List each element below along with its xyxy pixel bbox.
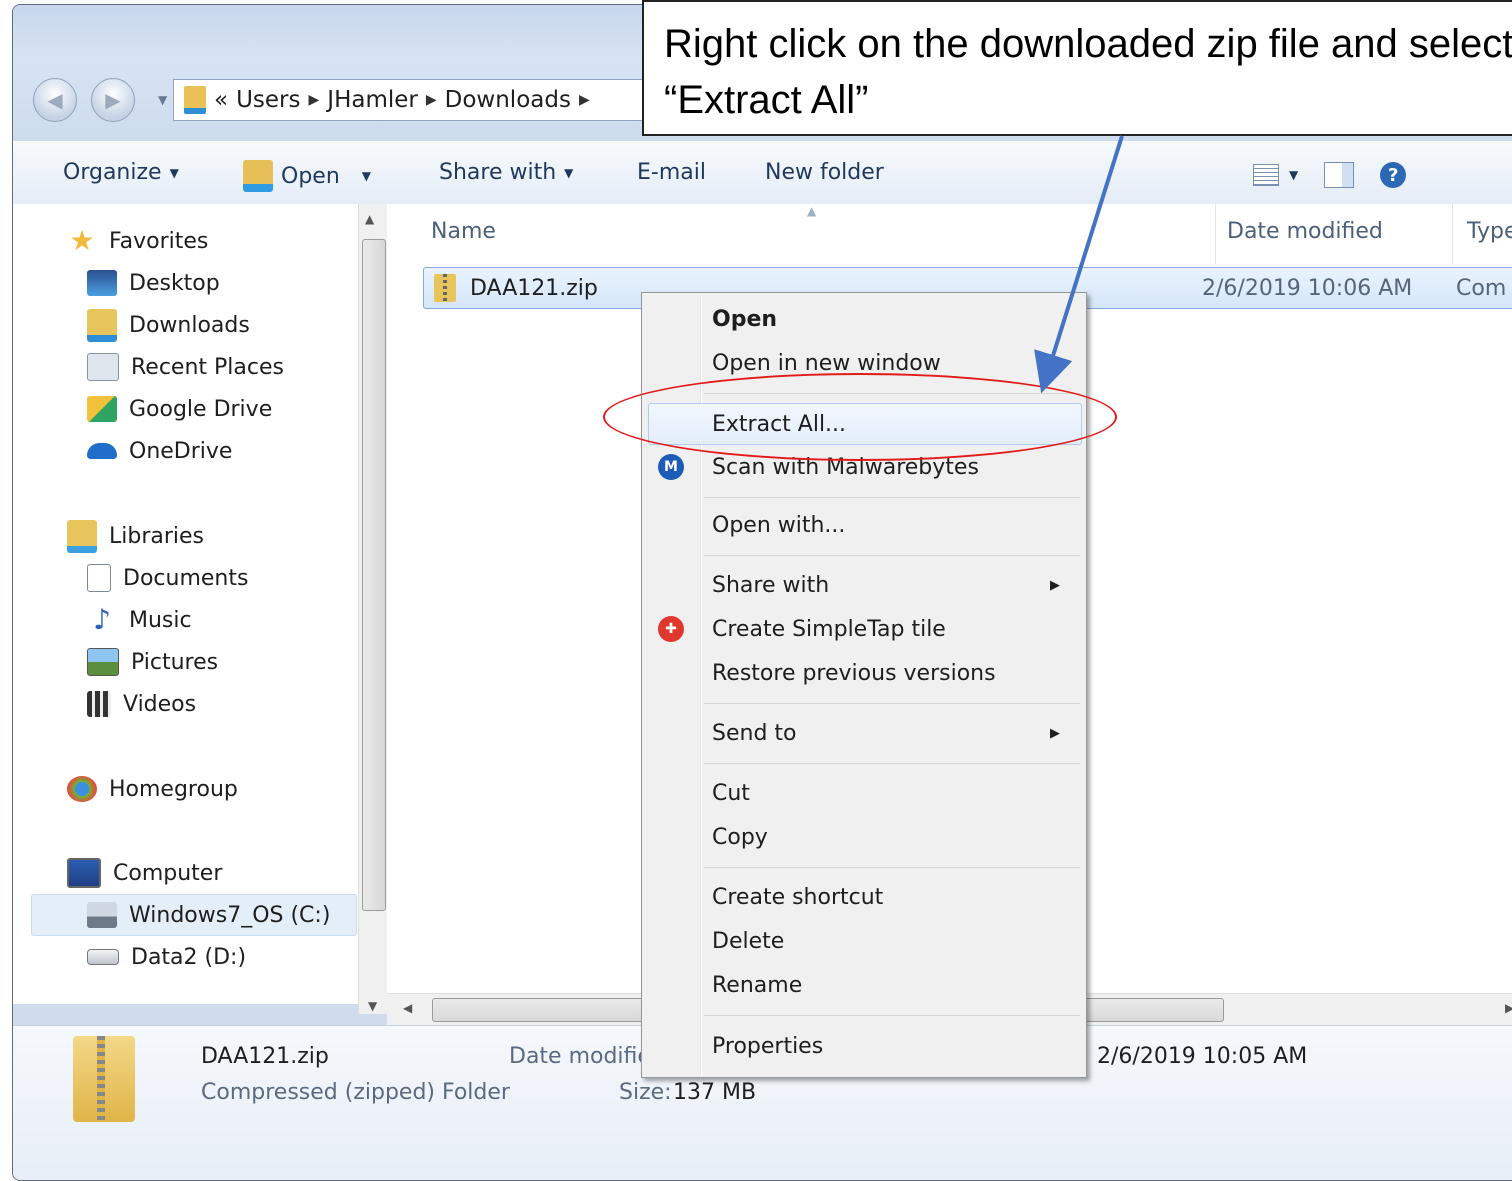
- pointer-arrow-line: [1034, 135, 1124, 394]
- pointer-arrow: [1034, 135, 1124, 394]
